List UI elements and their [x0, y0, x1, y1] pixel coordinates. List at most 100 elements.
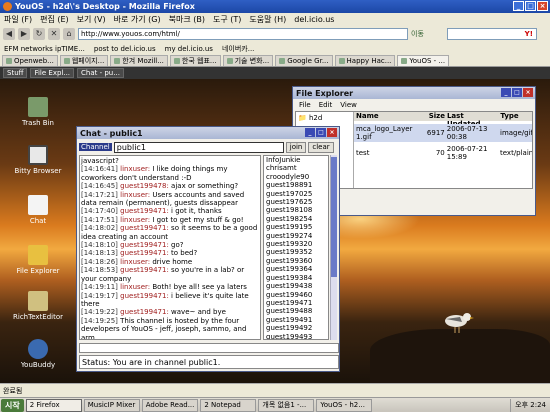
taskbar-item[interactable]: 2 Firefox: [25, 398, 82, 412]
user-list-item[interactable]: guest199491: [266, 316, 328, 324]
column-header[interactable]: Name: [354, 112, 425, 121]
close-button[interactable]: ×: [523, 88, 533, 97]
user-list-item[interactable]: guest198108: [266, 206, 328, 214]
message-log[interactable]: javascript? [14:16:41] linxuser: I like d…: [79, 155, 261, 340]
desktop-icon-youbuddy[interactable]: YouBuddy: [10, 339, 66, 369]
user-list-item[interactable]: guest199195: [266, 223, 328, 231]
minimize-button[interactable]: _: [513, 1, 524, 11]
user-list-item[interactable]: guest199364: [266, 265, 328, 273]
desktop-icon-rich-text-editor[interactable]: RichTextEditor: [10, 291, 66, 321]
browser-tab[interactable]: Google Gr...: [275, 54, 333, 66]
user-list-item[interactable]: guest198254: [266, 215, 328, 223]
file-row[interactable]: mca_logo_Layer 1.gif 6917 2006-07-13 00:…: [354, 124, 532, 142]
desktop-icon-trash-bin[interactable]: Trash Bin: [10, 97, 66, 127]
browser-tab[interactable]: 웹페이지...: [59, 54, 109, 66]
chat-message-input[interactable]: [79, 343, 339, 353]
browser-tab-active[interactable]: YouOS - ...: [397, 54, 450, 66]
user-list-item[interactable]: guest199493: [266, 333, 328, 339]
menu-go[interactable]: 바로 가기 (G): [114, 14, 161, 25]
browser-tab[interactable]: 한겨 Mozill...: [110, 54, 168, 66]
column-header[interactable]: Last Updated: [445, 112, 498, 128]
close-button[interactable]: ×: [327, 128, 337, 137]
user-list[interactable]: InfoJunkie chrisamt crooodyle90 guest198891…: [263, 155, 329, 340]
user-list-item[interactable]: chrisamt: [266, 164, 328, 172]
user-list-item[interactable]: guest199492: [266, 324, 328, 332]
user-list-item[interactable]: guest199352: [266, 248, 328, 256]
column-header[interactable]: Size: [425, 112, 445, 121]
user-list-item[interactable]: guest199488: [266, 307, 328, 315]
file-explorer-titlebar[interactable]: File Explorer _ □ ×: [293, 87, 535, 99]
bookmark-item[interactable]: 네이버카...: [222, 44, 254, 54]
stop-icon[interactable]: ✕: [48, 28, 60, 40]
menu-view[interactable]: View: [340, 101, 357, 109]
go-button[interactable]: 이동: [411, 29, 424, 39]
file-row[interactable]: test 70 2006-07-21 15:89 text/plain: [354, 144, 532, 162]
youos-task-file-explorer[interactable]: File Expl...: [30, 68, 75, 78]
bookmark-item[interactable]: EFM networks ipTIME...: [4, 45, 85, 53]
window-titlebar[interactable]: YouOS - h2d\'s Desktop - Mozilla Firefox…: [0, 0, 550, 13]
desktop-icon-file-explorer[interactable]: File Explorer: [10, 245, 66, 275]
menu-bookmarks[interactable]: 북마크 (B): [169, 14, 205, 25]
user-list-item[interactable]: InfoJunkie: [266, 156, 328, 164]
reload-icon[interactable]: ↻: [33, 28, 45, 40]
youos-task-chat[interactable]: Chat - pu...: [77, 68, 124, 78]
user-list-item[interactable]: guest199320: [266, 240, 328, 248]
message-user: linxuser:: [120, 283, 151, 292]
user-list-scrollbar[interactable]: [330, 155, 337, 340]
menu-tools[interactable]: 도구 (T): [213, 14, 241, 25]
taskbar-item[interactable]: YouOS - h2...: [316, 398, 373, 412]
user-list-item[interactable]: guest199438: [266, 282, 328, 290]
browser-tab[interactable]: 한국 웹표...: [169, 54, 221, 66]
menu-view[interactable]: 보기 (V): [77, 14, 106, 25]
menu-file[interactable]: 파일 (F): [4, 14, 32, 25]
menu-file[interactable]: File: [299, 101, 311, 109]
maximize-button[interactable]: □: [525, 1, 536, 11]
forward-icon[interactable]: ▶: [18, 28, 30, 40]
taskbar-item[interactable]: MusicIP Mixer: [83, 398, 140, 412]
desktop-icon-bitty-browser[interactable]: Bitty Browser: [10, 145, 66, 175]
channel-input[interactable]: public1: [113, 141, 284, 153]
taskbar-item[interactable]: Adobe Read...: [141, 398, 199, 412]
column-header[interactable]: Type: [498, 112, 532, 121]
bookmark-item[interactable]: my del.icio.us: [165, 45, 213, 53]
taskbar-item[interactable]: 2 Notepad: [200, 398, 257, 412]
desktop: Trash Bin Bitty Browser Chat File Explor…: [0, 79, 550, 383]
join-button[interactable]: join: [285, 141, 307, 153]
bookmark-item[interactable]: post to del.icio.us: [94, 45, 156, 53]
user-list-item[interactable]: guest199471: [266, 299, 328, 307]
browser-tab[interactable]: Happy Hac...: [334, 54, 396, 66]
user-list-item[interactable]: crooodyle90: [266, 173, 328, 181]
back-icon[interactable]: ◀: [3, 28, 15, 40]
chat-titlebar[interactable]: Chat - public1 _ □ ×: [77, 127, 339, 139]
maximize-button[interactable]: □: [316, 128, 326, 137]
menu-help[interactable]: 도움말 (H): [249, 14, 286, 25]
url-input[interactable]: http://www.youos.com/html/: [78, 28, 408, 40]
home-icon[interactable]: ⌂: [63, 28, 75, 40]
user-list-item[interactable]: guest197025: [266, 190, 328, 198]
taskbar-item[interactable]: 개목 없음1 -...: [258, 398, 315, 412]
user-list-item[interactable]: guest199384: [266, 274, 328, 282]
tree-item-root[interactable]: h2d: [309, 114, 322, 122]
menu-delicious[interactable]: del.icio.us: [294, 15, 334, 24]
close-button[interactable]: ×: [537, 1, 548, 11]
youos-task-stuff[interactable]: Stuff: [3, 68, 28, 78]
user-list-item[interactable]: guest199360: [266, 257, 328, 265]
clear-button[interactable]: clear: [308, 141, 334, 153]
menu-edit[interactable]: 편집 (E): [40, 14, 69, 25]
start-button[interactable]: 시작: [1, 398, 24, 412]
desktop-icon-chat[interactable]: Chat: [10, 195, 66, 225]
browser-tab[interactable]: 기술 변화...: [222, 54, 274, 66]
minimize-button[interactable]: _: [501, 88, 511, 97]
browser-tab[interactable]: Openweb...: [2, 54, 58, 66]
message-timestamp: [14:16:41]: [81, 165, 118, 174]
user-list-item[interactable]: guest199460: [266, 291, 328, 299]
user-list-item[interactable]: guest198891: [266, 181, 328, 189]
menu-edit[interactable]: Edit: [319, 101, 333, 109]
message-timestamp: [14:18:53]: [81, 266, 118, 275]
search-input[interactable]: Y!: [446, 28, 537, 40]
user-list-item[interactable]: guest197625: [266, 198, 328, 206]
user-list-item[interactable]: guest199274: [266, 232, 328, 240]
minimize-button[interactable]: _: [305, 128, 315, 137]
maximize-button[interactable]: □: [512, 88, 522, 97]
scrollbar-thumb[interactable]: [331, 157, 337, 277]
